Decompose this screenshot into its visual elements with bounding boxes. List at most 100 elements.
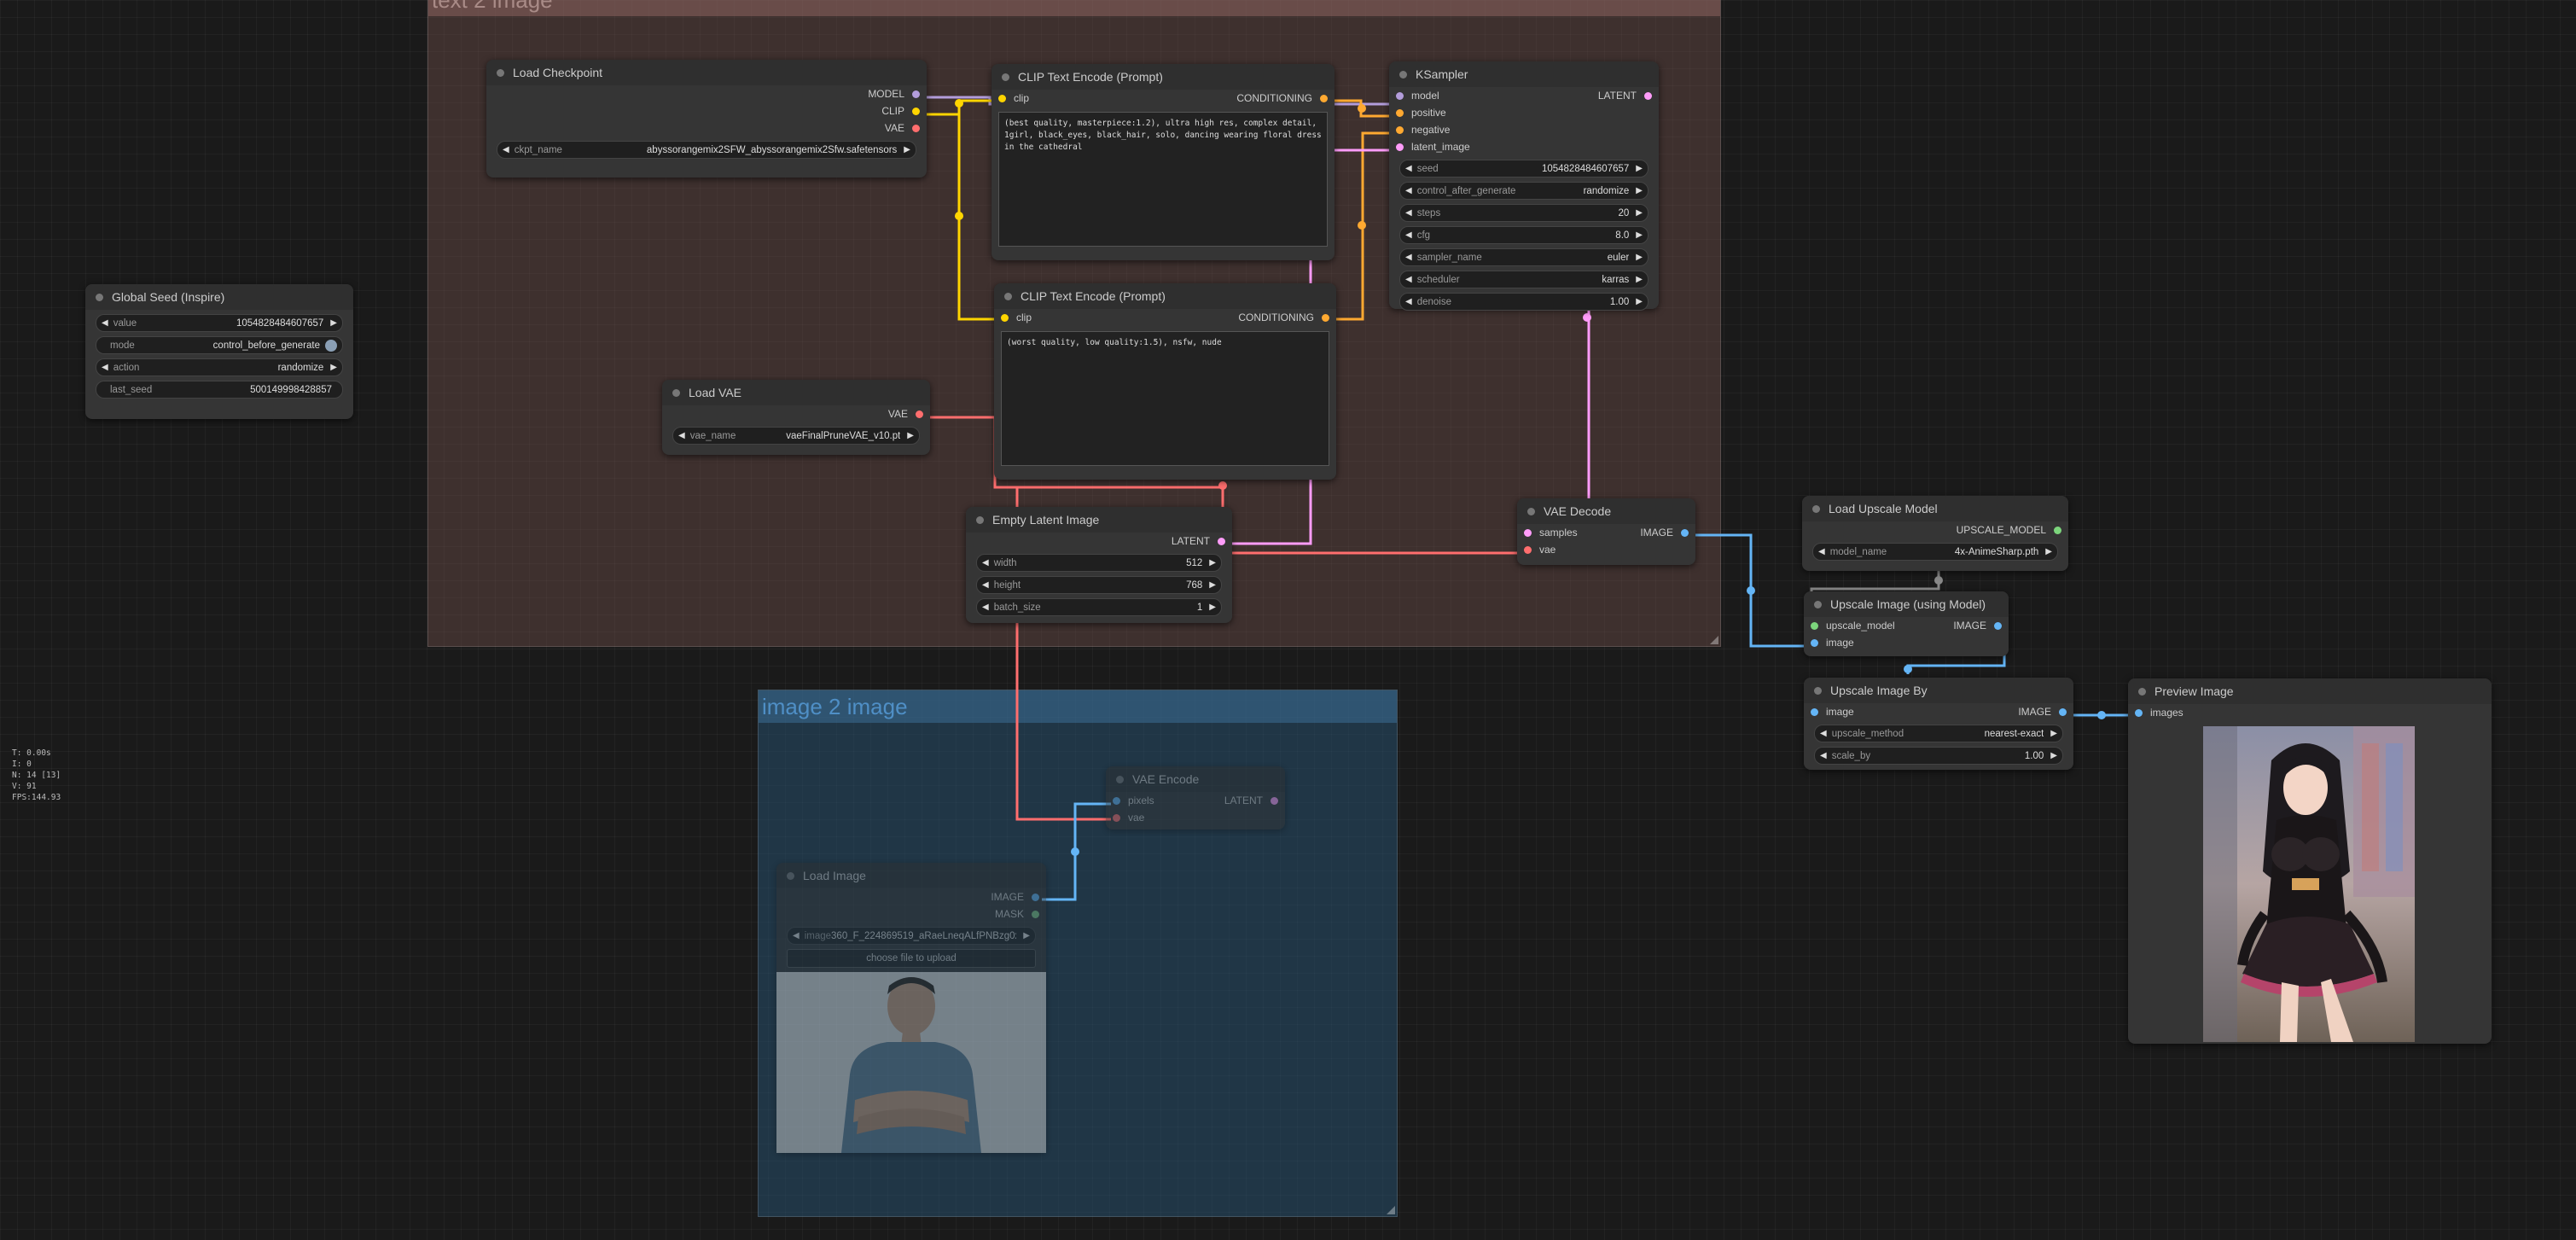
widget-denoise[interactable]: ◀ denoise 1.00 ▶ (1399, 293, 1649, 311)
node-title-bar[interactable]: Global Seed (Inspire) (85, 284, 353, 310)
widget-height[interactable]: ◀ height 768 ▶ (976, 576, 1222, 594)
node-clip-text-encode-positive[interactable]: CLIP Text Encode (Prompt) clip CONDITION… (991, 64, 1335, 260)
increment-arrow-icon[interactable]: ▶ (1209, 558, 1216, 568)
input-upscale-model[interactable]: upscale_model (1811, 617, 1895, 634)
widget-mode[interactable]: mode control_before_generate (96, 336, 343, 354)
decrement-arrow-icon[interactable]: ◀ (982, 580, 989, 590)
node-load-upscale-model[interactable]: Load Upscale Model UPSCALE_MODEL ◀ model_… (1802, 496, 2068, 571)
port-socket[interactable] (1320, 94, 1328, 102)
widget-last-seed[interactable]: last_seed 500149998428857 (96, 381, 343, 399)
collapse-dot[interactable] (672, 388, 680, 397)
output-vae[interactable]: VAE (888, 405, 923, 422)
decrement-arrow-icon[interactable]: ◀ (1405, 230, 1412, 240)
node-title-bar[interactable]: KSampler (1389, 61, 1659, 87)
port-socket[interactable] (912, 124, 920, 132)
widget-steps[interactable]: ◀ steps 20 ▶ (1399, 204, 1649, 222)
output-latent[interactable]: LATENT (1224, 792, 1278, 809)
input-negative[interactable]: negative (1396, 121, 1470, 138)
increment-arrow-icon[interactable]: ▶ (1636, 186, 1643, 195)
input-image[interactable]: image (1811, 703, 1854, 720)
increment-arrow-icon[interactable]: ▶ (1636, 208, 1643, 218)
decrement-arrow-icon[interactable]: ◀ (102, 363, 108, 372)
output-conditioning[interactable]: CONDITIONING (1236, 90, 1328, 107)
output-vae[interactable]: VAE (868, 119, 920, 137)
node-load-image[interactable]: Load Image IMAGE MASK ◀ image 360_F_224869… (776, 863, 1046, 1153)
node-ksampler[interactable]: KSampler model positive negative latent_… (1389, 61, 1659, 311)
widget-batch-size[interactable]: ◀ batch_size 1 ▶ (976, 598, 1222, 616)
input-samples[interactable]: samples (1524, 524, 1578, 541)
increment-arrow-icon[interactable]: ▶ (330, 318, 337, 328)
widget-cfg[interactable]: ◀ cfg 8.0 ▶ (1399, 226, 1649, 244)
output-image[interactable]: IMAGE (1640, 524, 1689, 541)
choose-file-upload-button[interactable]: choose file to upload (787, 949, 1036, 968)
port-socket[interactable] (912, 90, 920, 98)
collapse-dot[interactable] (96, 293, 103, 301)
input-positive[interactable]: positive (1396, 104, 1470, 121)
node-title-bar[interactable]: Upscale Image (using Model) (1804, 591, 2009, 617)
widget-ckpt-name[interactable]: ◀ ckpt_name abyssorangemix2SFW_abyssorange… (497, 141, 916, 159)
port-socket[interactable] (1396, 125, 1404, 134)
port-socket[interactable] (1271, 796, 1278, 805)
widget-sampler-name[interactable]: ◀ sampler_name euler ▶ (1399, 248, 1649, 266)
widget-width[interactable]: ◀ width 512 ▶ (976, 554, 1222, 572)
port-socket[interactable] (1113, 796, 1120, 805)
port-socket[interactable] (2054, 526, 2061, 534)
increment-arrow-icon[interactable]: ▶ (1636, 297, 1643, 306)
node-global-seed[interactable]: Global Seed (Inspire) ◀ value 105482848460… (85, 284, 353, 419)
widget-model-name[interactable]: ◀ model_name 4x-AnimeSharp.pth ▶ (1812, 543, 2058, 561)
port-socket[interactable] (1681, 528, 1689, 537)
node-title-bar[interactable]: Load Image (776, 863, 1046, 888)
collapse-dot[interactable] (1116, 775, 1124, 783)
collapse-dot[interactable] (1399, 70, 1407, 79)
port-socket[interactable] (1396, 91, 1404, 100)
collapse-dot[interactable] (1814, 686, 1822, 695)
collapse-dot[interactable] (1527, 507, 1535, 515)
node-title-bar[interactable]: CLIP Text Encode (Prompt) (994, 283, 1336, 309)
output-latent[interactable]: LATENT (1598, 87, 1652, 104)
output-conditioning[interactable]: CONDITIONING (1238, 309, 1329, 326)
collapse-dot[interactable] (497, 68, 504, 77)
increment-arrow-icon[interactable]: ▶ (1636, 275, 1643, 284)
widget-action[interactable]: ◀ action randomize ▶ (96, 358, 343, 376)
output-model[interactable]: MODEL (868, 85, 920, 102)
input-model[interactable]: model (1396, 87, 1470, 104)
input-clip[interactable]: clip (998, 90, 1029, 107)
node-upscale-image-by[interactable]: Upscale Image By image IMAGE ◀ upscale_me… (1804, 678, 2073, 770)
widget-scheduler[interactable]: ◀ scheduler karras ▶ (1399, 271, 1649, 288)
widget-vae-name[interactable]: ◀ vae_name vaeFinalPruneVAE_v10.pt ▶ (672, 427, 920, 445)
increment-arrow-icon[interactable]: ▶ (330, 363, 337, 372)
port-socket[interactable] (1396, 108, 1404, 117)
decrement-arrow-icon[interactable]: ◀ (1405, 275, 1412, 284)
input-image[interactable]: image (1811, 634, 1895, 651)
collapse-dot[interactable] (1002, 73, 1009, 81)
node-title-bar[interactable]: Upscale Image By (1804, 678, 2073, 703)
input-vae[interactable]: vae (1524, 541, 1578, 558)
decrement-arrow-icon[interactable]: ◀ (102, 318, 108, 328)
collapse-dot[interactable] (1814, 600, 1822, 608)
collapse-dot[interactable] (2138, 687, 2146, 696)
node-vae-decode[interactable]: VAE Decode samples vae IMAGE (1517, 498, 1695, 565)
toggle-icon[interactable] (325, 339, 337, 352)
decrement-arrow-icon[interactable]: ◀ (1405, 186, 1412, 195)
input-latent-image[interactable]: latent_image (1396, 138, 1470, 155)
decrement-arrow-icon[interactable]: ◀ (1405, 297, 1412, 306)
input-images[interactable]: images (2135, 704, 2183, 721)
node-title-bar[interactable]: VAE Decode (1517, 498, 1695, 524)
widget-control-after-generate[interactable]: ◀ control_after_generate randomize ▶ (1399, 182, 1649, 200)
input-vae[interactable]: vae (1113, 809, 1154, 826)
node-preview-image[interactable]: Preview Image images (2128, 678, 2492, 1044)
node-title-bar[interactable]: Empty Latent Image (966, 507, 1232, 533)
decrement-arrow-icon[interactable]: ◀ (1820, 751, 1827, 760)
widget-upscale-method[interactable]: ◀ upscale_method nearest-exact ▶ (1814, 725, 2063, 742)
node-title-bar[interactable]: VAE Encode (1106, 766, 1285, 792)
output-clip[interactable]: CLIP (868, 102, 920, 119)
node-clip-text-encode-negative[interactable]: CLIP Text Encode (Prompt) clip CONDITION… (994, 283, 1336, 480)
widget-scale-by[interactable]: ◀ scale_by 1.00 ▶ (1814, 747, 2063, 765)
node-title-bar[interactable]: Load VAE (662, 380, 930, 405)
port-socket[interactable] (912, 107, 920, 115)
port-socket[interactable] (1032, 893, 1039, 901)
preview-output-image[interactable] (2203, 726, 2415, 1042)
input-clip[interactable]: clip (1001, 309, 1032, 326)
collapse-dot[interactable] (787, 871, 794, 880)
prompt-textarea[interactable]: (worst quality, low quality:1.5), nsfw, … (1001, 331, 1329, 466)
